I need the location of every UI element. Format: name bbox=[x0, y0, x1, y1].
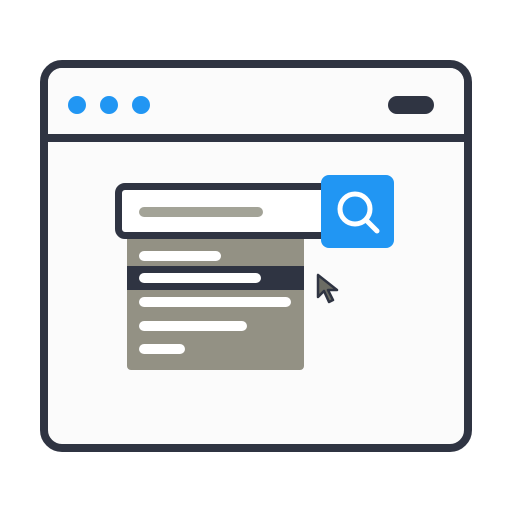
window-titlebar bbox=[48, 68, 464, 142]
suggestion-item-selected[interactable] bbox=[127, 266, 304, 290]
suggestion-text bbox=[139, 273, 261, 283]
window-control-dot-2[interactable] bbox=[100, 96, 118, 114]
search-placeholder bbox=[139, 207, 263, 217]
suggestion-text bbox=[139, 321, 247, 331]
window-control-dot-1[interactable] bbox=[68, 96, 86, 114]
window-control-dot-3[interactable] bbox=[132, 96, 150, 114]
suggestion-text bbox=[139, 297, 291, 307]
search-input[interactable] bbox=[115, 183, 335, 239]
suggestion-item[interactable] bbox=[127, 337, 304, 361]
suggestion-text bbox=[139, 251, 221, 261]
search-icon bbox=[321, 175, 394, 248]
suggestion-text bbox=[139, 344, 185, 354]
titlebar-pill bbox=[388, 96, 434, 114]
suggestion-item[interactable] bbox=[127, 290, 304, 314]
search-suggestions-dropdown bbox=[127, 239, 304, 370]
illustration-stage bbox=[0, 0, 512, 512]
suggestion-item[interactable] bbox=[127, 314, 304, 338]
arrow-cursor-icon bbox=[316, 273, 339, 304]
search-button[interactable] bbox=[321, 175, 394, 248]
suggestion-item[interactable] bbox=[127, 244, 304, 268]
